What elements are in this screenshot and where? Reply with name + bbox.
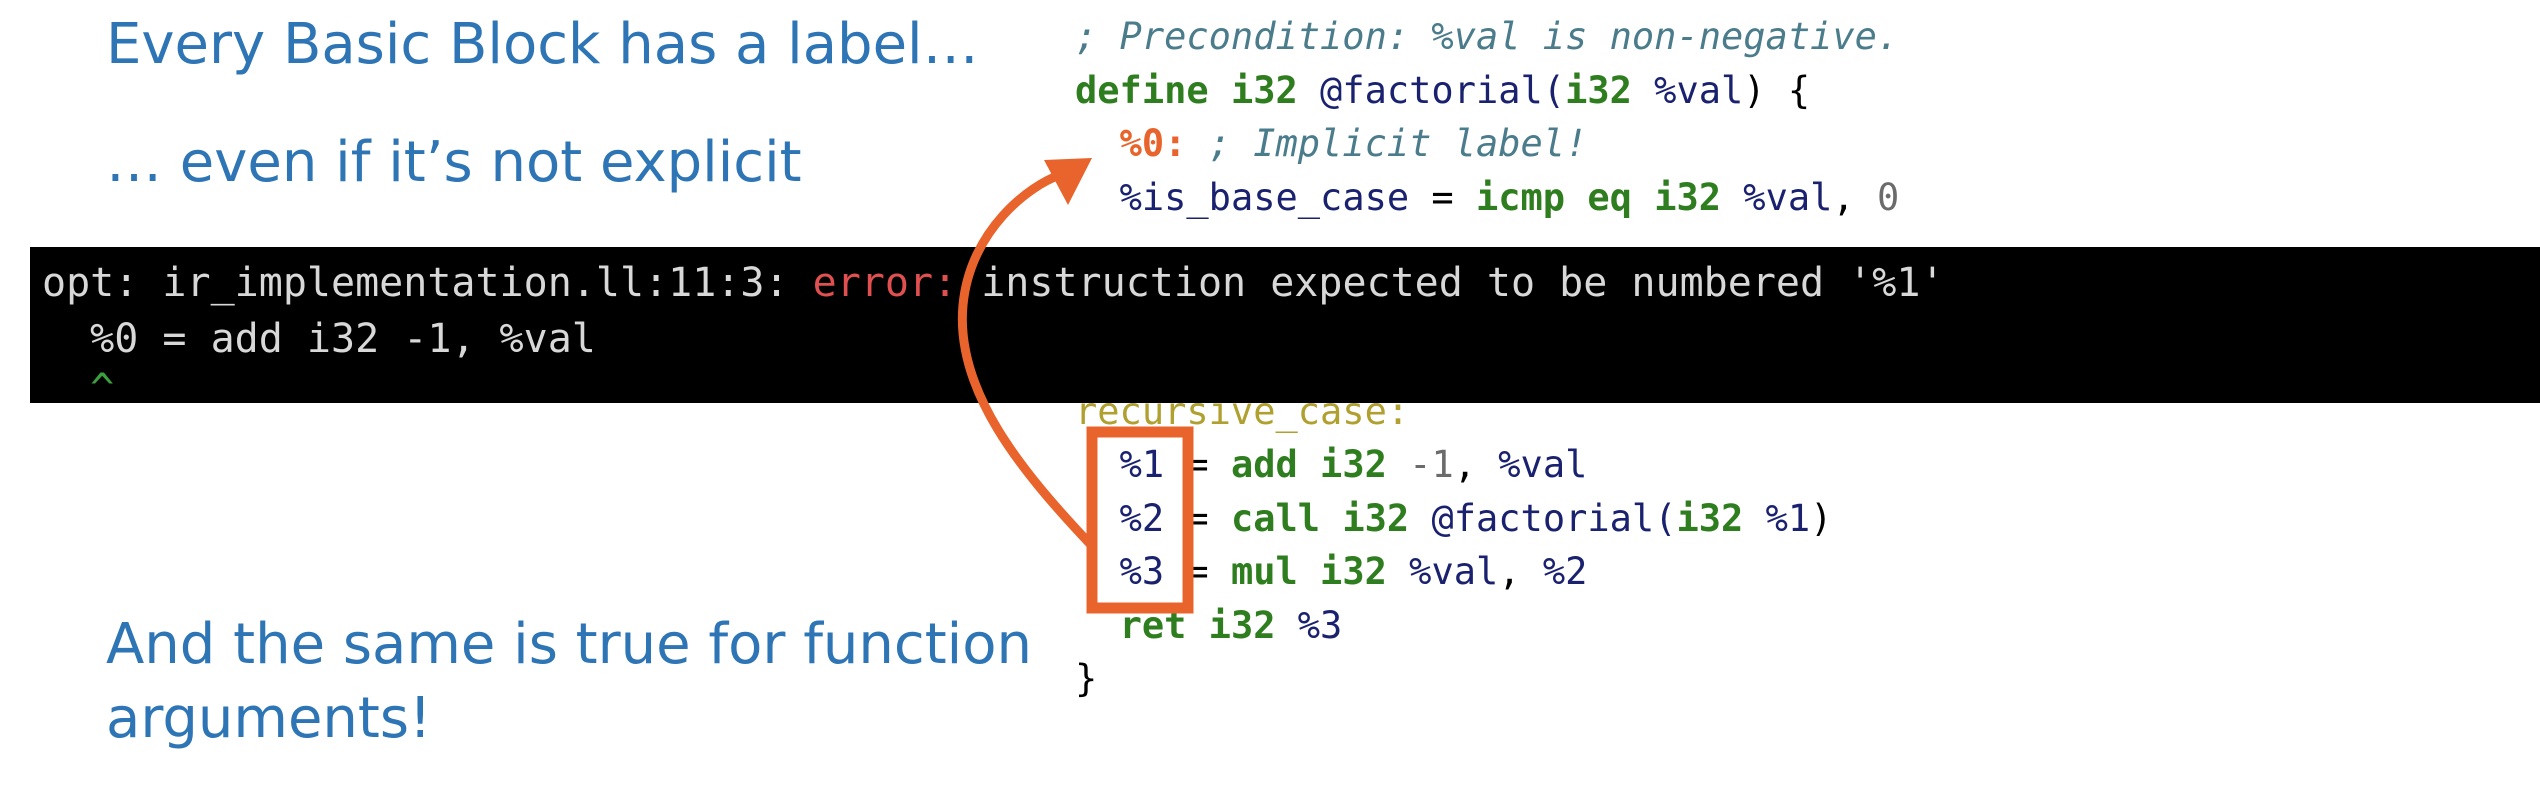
heading-function-arguments: And the same is true for function argume…: [106, 612, 1032, 751]
register-2: %2: [1119, 496, 1165, 540]
closing-brace: }: [1075, 657, 1098, 700]
error-word: error:: [812, 260, 958, 306]
ret-op: ret i32: [1119, 603, 1276, 647]
code-line-6: %1 = add i32 -1, %val: [1119, 443, 1588, 486]
return-type: i32: [1230, 68, 1298, 112]
define-keyword: define: [1075, 68, 1209, 112]
code-line-7: %2 = call i32 @factorial(i32 %1): [1119, 496, 1833, 540]
icmp-op: icmp eq: [1475, 175, 1632, 219]
terminal-error-output: opt: ir_implementation.ll:11:3: error: i…: [30, 247, 2540, 403]
arg-name: %val: [1631, 68, 1744, 112]
code-line-3: %0: ; Implicit label!: [1075, 117, 1899, 171]
register-1: %1: [1119, 443, 1165, 486]
error-line: opt: ir_implementation.ll:11:3: error: i…: [42, 260, 1945, 306]
arg-type: i32: [1565, 68, 1632, 112]
heading-basic-block-label: Every Basic Block has a label…: [106, 12, 979, 77]
code-line-8: %3 = mul i32 %val, %2: [1119, 550, 1588, 593]
register-3: %3: [1119, 550, 1165, 593]
function-name: @factorial(: [1297, 68, 1566, 112]
code-line-4: %is_base_case = icmp eq i32 %val, 0: [1119, 175, 1900, 219]
code-line-10: }: [1075, 652, 1899, 706]
error-caret: ^: [42, 366, 115, 403]
error-source-line: %0 = add i32 -1, %val: [42, 316, 596, 362]
define-end: ) {: [1743, 68, 1811, 112]
code-line-9: ret i32 %3: [1119, 603, 1343, 647]
code-line-2: define i32 @factorial(i32 %val) {: [1075, 64, 1899, 118]
implicit-label-comment: ; Implicit label!: [1186, 122, 1588, 165]
heading-not-explicit: … even if it’s not explicit: [106, 130, 802, 195]
call-op: call i32: [1230, 496, 1410, 540]
add-op: add i32: [1230, 443, 1387, 486]
code-line-1: ; Precondition: %val is non-negative.: [1075, 10, 1899, 64]
is-base-case-var: %is_base_case: [1119, 175, 1410, 219]
mul-op: mul i32: [1230, 550, 1387, 593]
implicit-label: %0:: [1119, 122, 1187, 165]
precondition-comment: ; Precondition: %val is non-negative.: [1075, 15, 1900, 58]
